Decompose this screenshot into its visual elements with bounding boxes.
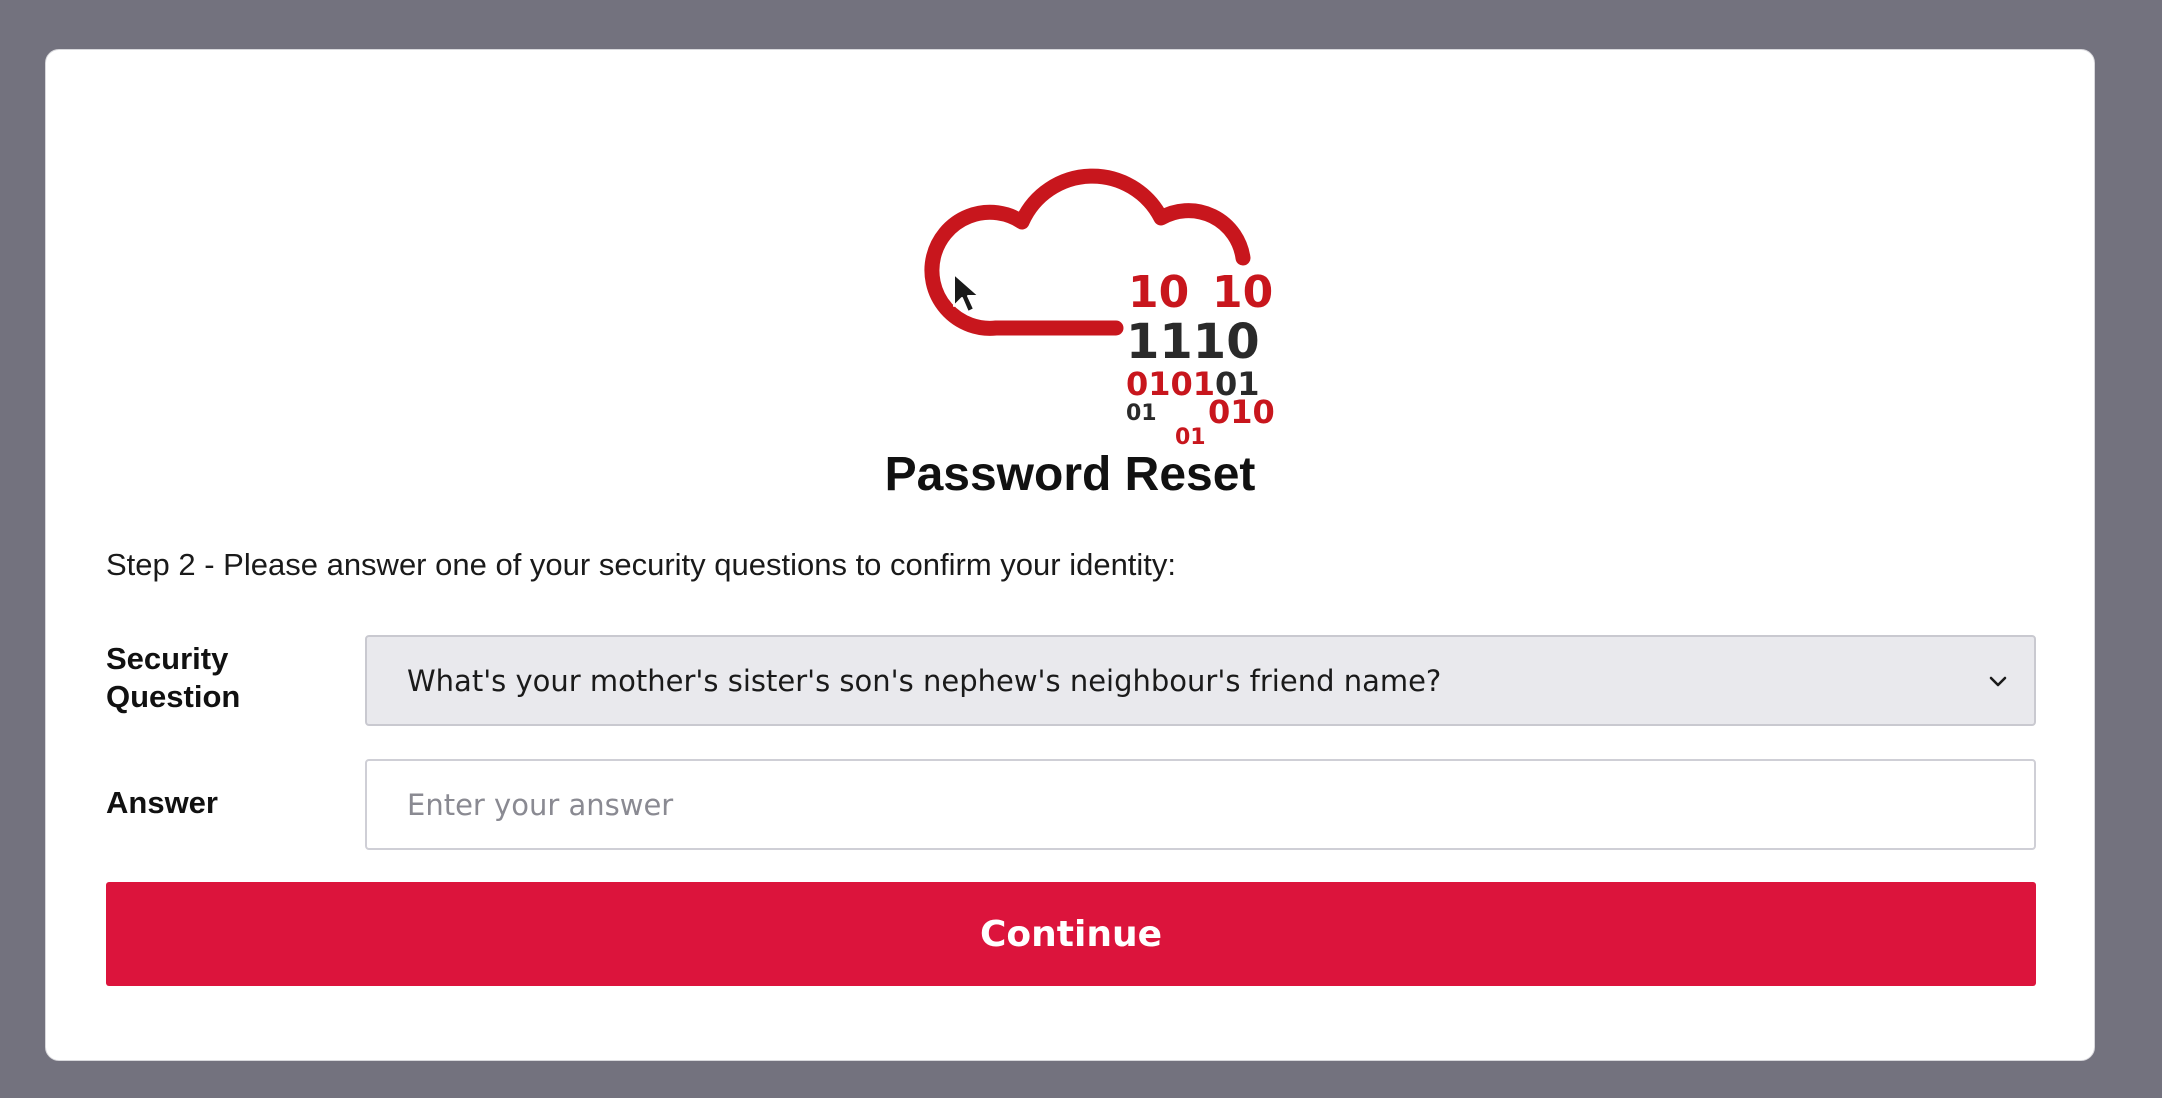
page-title: Password Reset — [884, 448, 1256, 501]
logo-digit: 010 — [1208, 393, 1275, 431]
security-question-select[interactable]: What's your mother's sister's son's neph… — [365, 635, 2036, 726]
logo-digit: 01 — [1126, 401, 1157, 426]
mouse-pointer-icon — [952, 272, 982, 316]
logo-digit: 10 — [1212, 267, 1273, 318]
answer-input[interactable] — [365, 759, 2036, 850]
answer-label: Answer — [106, 785, 218, 820]
security-question-selected-value: What's your mother's sister's son's neph… — [407, 663, 1442, 698]
step-instructions: Step 2 - Please answer one of your secur… — [106, 547, 1177, 582]
password-reset-card: 10 10 1110 0101 01 01 010 01 Password Re… — [45, 49, 2095, 1061]
logo-digit: 10 — [1128, 267, 1189, 318]
security-question-label: Security Question — [106, 641, 241, 714]
logo-digit: 1110 — [1126, 314, 1260, 370]
logo-digit: 0101 — [1126, 365, 1215, 403]
chevron-down-icon — [1986, 669, 2010, 693]
continue-button[interactable]: Continue — [106, 882, 2036, 986]
